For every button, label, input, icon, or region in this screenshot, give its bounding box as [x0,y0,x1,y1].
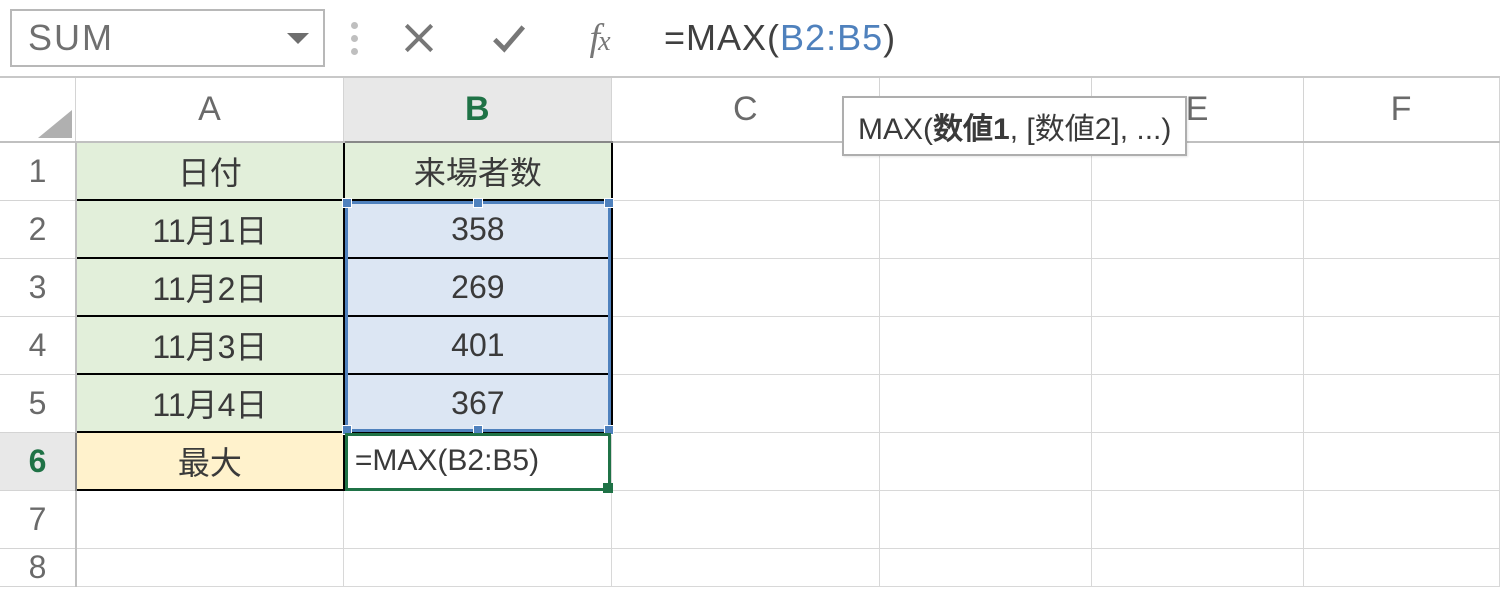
cell-C7[interactable] [612,490,880,548]
cell-F6[interactable] [1304,432,1500,490]
insert-function-button[interactable]: fx [564,12,634,64]
cell-C4[interactable] [612,316,880,374]
formula-prefix: =MAX( [664,17,780,59]
check-icon [490,19,528,57]
cell-A5[interactable]: 11月4日 [76,374,344,432]
row-header-4[interactable]: 4 [0,316,76,374]
cell-A4[interactable]: 11月3日 [76,316,344,374]
cell-D2[interactable] [880,200,1092,258]
x-icon [400,19,438,57]
cell-B5[interactable]: 367 [344,374,612,432]
row-header-8[interactable]: 8 [0,548,76,586]
cell-F1[interactable] [1304,142,1500,200]
name-box-text: SUM [28,17,114,59]
cell-F3[interactable] [1304,258,1500,316]
cell-E3[interactable] [1092,258,1304,316]
cell-E2[interactable] [1092,200,1304,258]
cell-C2[interactable] [612,200,880,258]
cell-F4[interactable] [1304,316,1500,374]
cell-D7[interactable] [880,490,1092,548]
row-header-1[interactable]: 1 [0,142,76,200]
col-header-B[interactable]: B [344,78,612,142]
cell-F2[interactable] [1304,200,1500,258]
cell-D3[interactable] [880,258,1092,316]
cell-E4[interactable] [1092,316,1304,374]
cell-A3[interactable]: 11月2日 [76,258,344,316]
cell-A2[interactable]: 11月1日 [76,200,344,258]
tooltip-arg1: 数値1 [933,113,1010,146]
spreadsheet-grid[interactable]: A B C D E F 1 日付 来場者数 2 11月1日 358 3 [0,78,1500,587]
col-header-C[interactable]: C [612,78,880,142]
cell-C6[interactable] [612,432,880,490]
row-header-3[interactable]: 3 [0,258,76,316]
row-header-2[interactable]: 2 [0,200,76,258]
cell-C8[interactable] [612,548,880,586]
cell-A6[interactable]: 最大 [76,432,344,490]
cell-C3[interactable] [612,258,880,316]
cell-B4[interactable]: 401 [344,316,612,374]
tooltip-rest: , [数値2], ...) [1010,113,1172,146]
cell-F5[interactable] [1304,374,1500,432]
cell-C5[interactable] [612,374,880,432]
cell-C1[interactable] [612,142,880,200]
cell-B2[interactable]: 358 [344,200,612,258]
formula-input[interactable]: =MAX(B2:B5) [654,9,1494,67]
row-header-7[interactable]: 7 [0,490,76,548]
cell-A8[interactable] [76,548,344,586]
select-all-corner[interactable] [0,78,76,142]
formula-suffix: ) [883,17,896,59]
cell-E6[interactable] [1092,432,1304,490]
col-header-F[interactable]: F [1304,78,1500,142]
cell-B8[interactable] [344,548,612,586]
corner-triangle-icon [38,110,72,138]
cell-E5[interactable] [1092,374,1304,432]
cell-E7[interactable] [1092,490,1304,548]
cell-E8[interactable] [1092,548,1304,586]
enter-button[interactable] [474,12,544,64]
cell-F8[interactable] [1304,548,1500,586]
cell-B7[interactable] [344,490,612,548]
fx-icon: fx [590,16,609,60]
cell-B3[interactable]: 269 [344,258,612,316]
name-box[interactable]: SUM [10,9,325,67]
cell-F7[interactable] [1304,490,1500,548]
cell-D5[interactable] [880,374,1092,432]
row-header-5[interactable]: 5 [0,374,76,432]
col-header-A[interactable]: A [76,78,344,142]
name-box-dropdown-icon[interactable] [287,33,309,44]
cell-D4[interactable] [880,316,1092,374]
function-tooltip[interactable]: MAX(数値1, [数値2], ...) [842,96,1187,156]
cell-B6[interactable]: =MAX(B2:B5) [344,432,612,490]
tooltip-fn: MAX( [858,113,933,146]
cell-B1[interactable]: 来場者数 [344,142,612,200]
cell-D6[interactable] [880,432,1092,490]
formula-bar: SUM fx =MAX(B2:B5) [0,0,1500,78]
formula-range-ref: B2:B5 [780,17,883,59]
row-header-6[interactable]: 6 [0,432,76,490]
cell-D8[interactable] [880,548,1092,586]
formula-bar-separator [351,22,358,55]
cell-A1[interactable]: 日付 [76,142,344,200]
cell-A7[interactable] [76,490,344,548]
cancel-button[interactable] [384,12,454,64]
